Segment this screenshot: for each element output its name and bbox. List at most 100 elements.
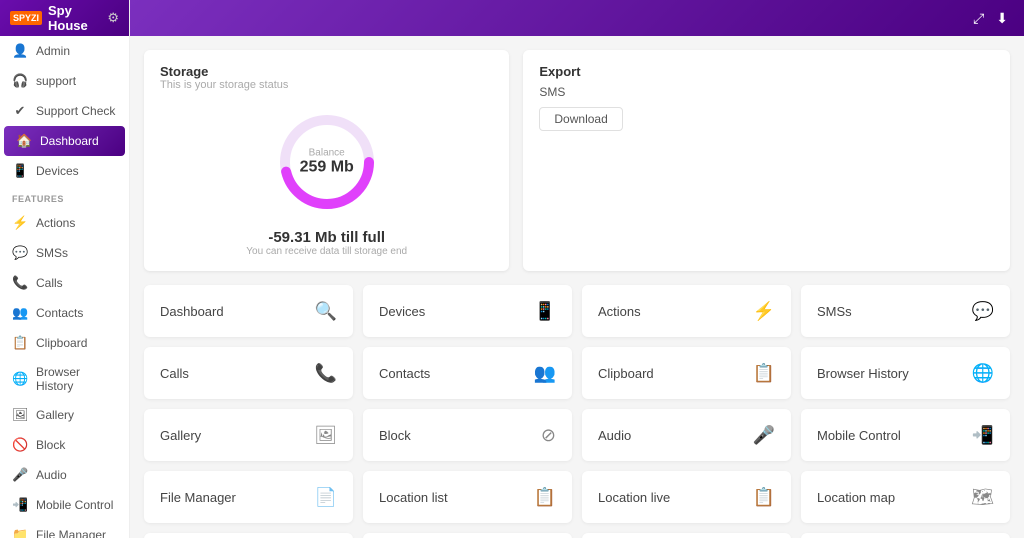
sidebar-item-gallery[interactable]: 🖼 Gallery [0, 400, 129, 430]
grid-card-location-live[interactable]: Location live 📋 [582, 471, 791, 523]
sidebar-item-label: Actions [36, 216, 75, 230]
admin-icon: 👤 [12, 43, 28, 59]
export-title: Export [539, 64, 994, 79]
grid-card-label: Contacts [379, 366, 430, 381]
sidebar-item-mobile-control[interactable]: 📲 Mobile Control [0, 490, 129, 520]
grid-card-browser-history[interactable]: Browser History 🌐 [801, 347, 1010, 399]
grid-card-devices[interactable]: Devices 📱 [363, 285, 572, 337]
grid-card-label: Location list [379, 490, 448, 505]
sidebar-item-label: Dashboard [40, 134, 99, 148]
browser-icon: 🌐 [12, 371, 28, 387]
features-grid: Dashboard 🔍 Devices 📱 Actions ⚡ SMSs 💬 C… [144, 285, 1010, 538]
grid-card-label: Gallery [160, 428, 201, 443]
expand-icon[interactable]: ⤢ [973, 10, 984, 27]
grid-card-screen[interactable]: Screen 🖥 [363, 533, 572, 538]
content-area: Storage This is your storage status Bala… [130, 36, 1024, 538]
sidebar-item-admin[interactable]: 👤 Admin [0, 36, 129, 66]
storage-card: Storage This is your storage status Bala… [144, 50, 509, 271]
grid-card-messengers[interactable]: Messengers 💬 [582, 533, 791, 538]
sidebar-item-label: Block [36, 438, 65, 452]
grid-sms-icon: 💬 [972, 301, 994, 322]
grid-card-audio[interactable]: Audio 🎤 [582, 409, 791, 461]
grid-card-smss[interactable]: SMSs 💬 [801, 285, 1010, 337]
grid-card-contacts[interactable]: Contacts 👥 [363, 347, 572, 399]
grid-card-clipboard[interactable]: Clipboard 📋 [582, 347, 791, 399]
sidebar-item-contacts[interactable]: 👥 Contacts [0, 298, 129, 328]
grid-contacts-icon: 👥 [534, 363, 556, 384]
sidebar-item-support-check[interactable]: ✔ Support Check [0, 96, 129, 126]
grid-file-manager-icon: 📄 [315, 487, 337, 508]
sidebar-item-label: Support Check [36, 104, 115, 118]
grid-location-map-icon: 🗺 [971, 487, 994, 508]
sidebar-item-calls[interactable]: 📞 Calls [0, 268, 129, 298]
grid-clipboard-icon: 📋 [753, 363, 775, 384]
grid-calls-icon: 📞 [315, 363, 337, 384]
sidebar-item-file-manager[interactable]: 📁 File Manager [0, 520, 129, 538]
sidebar-item-block[interactable]: 🚫 Block [0, 430, 129, 460]
main-content: ⤢ ⬇ Storage This is your storage status … [130, 0, 1024, 538]
sidebar-item-clipboard[interactable]: 📋 Clipboard [0, 328, 129, 358]
sidebar-item-label: Audio [36, 468, 67, 482]
grid-card-label: Devices [379, 304, 425, 319]
grid-card-gallery[interactable]: Gallery 🖼 [144, 409, 353, 461]
topbar: ⤢ ⬇ [130, 0, 1024, 36]
grid-card-label: Clipboard [598, 366, 654, 381]
sidebar-item-dashboard[interactable]: 🏠 Dashboard [4, 126, 125, 156]
gear-icon[interactable]: ⚙ [107, 10, 119, 26]
sidebar-item-actions[interactable]: ⚡ Actions [0, 208, 129, 238]
grid-card-location-map[interactable]: Location map 🗺 [801, 471, 1010, 523]
sidebar-item-label: Devices [36, 164, 79, 178]
sms-icon: 💬 [12, 245, 28, 261]
sidebar-item-label: Browser History [36, 365, 117, 393]
actions-icon: ⚡ [12, 215, 28, 231]
grid-card-actions[interactable]: Actions ⚡ [582, 285, 791, 337]
sidebar-item-devices[interactable]: 📱 Devices [0, 156, 129, 186]
grid-location-live-icon: 📋 [753, 487, 775, 508]
sidebar-item-smss[interactable]: 💬 SMSs [0, 238, 129, 268]
devices-icon: 📱 [12, 163, 28, 179]
sidebar-item-browser-history[interactable]: 🌐 Browser History [0, 358, 129, 400]
grid-card-keylogger[interactable]: Keylogger ⌨ [801, 533, 1010, 538]
download-button[interactable]: Download [539, 107, 622, 131]
storage-card-header: Storage This is your storage status [160, 64, 493, 91]
grid-card-location-list[interactable]: Location list 📋 [363, 471, 572, 523]
grid-card-file-manager[interactable]: File Manager 📄 [144, 471, 353, 523]
contacts-icon: 👥 [12, 305, 28, 321]
app-logo: SPYZI [10, 11, 42, 25]
sidebar-item-label: Calls [36, 276, 63, 290]
grid-card-label: File Manager [160, 490, 236, 505]
grid-devices-icon: 📱 [534, 301, 556, 322]
grid-card-label: Calls [160, 366, 189, 381]
grid-card-calls[interactable]: Calls 📞 [144, 347, 353, 399]
download-icon[interactable]: ⬇ [996, 10, 1008, 27]
check-icon: ✔ [12, 103, 28, 119]
grid-gallery-icon: 🖼 [314, 425, 337, 446]
sidebar-item-audio[interactable]: 🎤 Audio [0, 460, 129, 490]
app-title: Spy House [48, 3, 101, 33]
file-manager-icon: 📁 [12, 527, 28, 538]
block-icon: 🚫 [12, 437, 28, 453]
grid-card-block[interactable]: Block ⊘ [363, 409, 572, 461]
export-card: Export SMS Download [523, 50, 1010, 271]
grid-card-label: Actions [598, 304, 641, 319]
call-icon: 📞 [12, 275, 28, 291]
sidebar-item-label: Clipboard [36, 336, 87, 350]
grid-actions-icon: ⚡ [753, 301, 775, 322]
grid-card-payment-history[interactable]: Payment History 💳 [144, 533, 353, 538]
donut-label: Balance [300, 148, 354, 159]
storage-info-small: You can receive data till storage end [246, 246, 407, 257]
grid-card-mobile-control[interactable]: Mobile Control 📲 [801, 409, 1010, 461]
grid-card-dashboard[interactable]: Dashboard 🔍 [144, 285, 353, 337]
grid-mobile-control-icon: 📲 [972, 425, 994, 446]
grid-card-label: SMSs [817, 304, 852, 319]
donut-chart: Balance 259 Mb [272, 107, 382, 217]
audio-icon: 🎤 [12, 467, 28, 483]
gallery-icon: 🖼 [12, 407, 28, 423]
sidebar-item-support[interactable]: 🎧 support [0, 66, 129, 96]
grid-card-label: Location live [598, 490, 670, 505]
grid-card-label: Location map [817, 490, 895, 505]
headphone-icon: 🎧 [12, 73, 28, 89]
grid-block-icon: ⊘ [541, 425, 556, 446]
sidebar-item-label: support [36, 74, 76, 88]
clipboard-icon: 📋 [12, 335, 28, 351]
